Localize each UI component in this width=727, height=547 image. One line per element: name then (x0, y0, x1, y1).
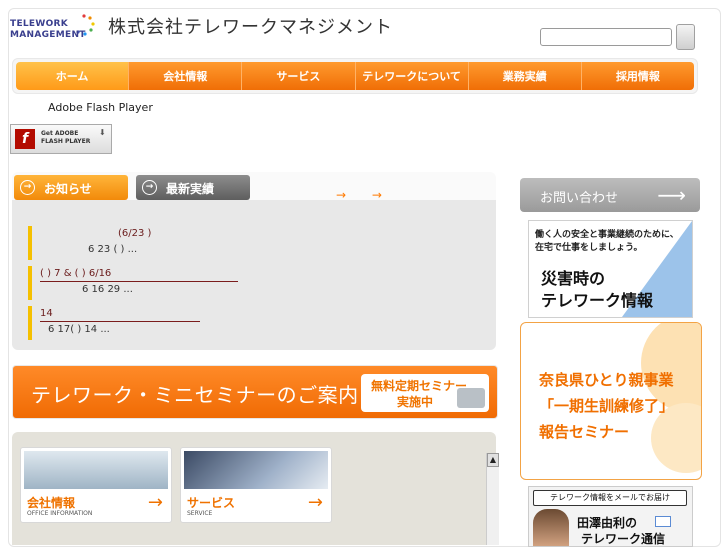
service-image (184, 451, 328, 489)
nav-item-about-telework[interactable]: テレワークについて (355, 62, 469, 90)
tab-works-label: 最新実績 (166, 182, 215, 196)
news-item-underline (40, 321, 200, 322)
arrow-circle-icon: → (20, 180, 35, 195)
contact-button[interactable]: お問い合わせ ⟶ (520, 178, 700, 212)
search-button[interactable] (676, 24, 695, 50)
nara-line2: 「一期生訓練修了」 (539, 397, 675, 415)
news-item-title[interactable]: (6/23 ) (118, 228, 151, 239)
nara-line1: 奈良県ひとり親事業 (539, 371, 674, 389)
office-image (24, 451, 168, 489)
news-item[interactable]: (6/23 ) 6 23 ( ) ... (28, 226, 472, 260)
seminar-title: テレワーク・ミニセミナーのご案内 (31, 383, 359, 407)
card-service[interactable]: サービス SERVICE → (180, 447, 332, 523)
mail-banner-author: 田澤由利の (577, 516, 638, 530)
nara-line3: 報告セミナー (539, 423, 630, 441)
scrollbar[interactable]: ▲ (486, 453, 499, 545)
logo-text-line1: TELEWORK (10, 19, 69, 29)
arrow-right-icon: → (307, 492, 323, 513)
get-flash-button[interactable]: f Get ADOBE FLASH PLAYER ⬇ (10, 124, 112, 154)
mail-newsletter-banner[interactable]: テレワーク情報をメールでお届け 田澤由利の テレワーク通信 (528, 486, 693, 547)
mail-banner-heading: テレワーク情報をメールでお届け (533, 490, 687, 506)
news-item-title[interactable]: ( ) 7 & ( ) 6/16 (40, 268, 111, 279)
seminar-badge-line2: 実施中 (397, 395, 434, 409)
nav-item-home[interactable]: ホーム (16, 62, 130, 90)
download-arrow-icon: ⬇ (99, 128, 106, 137)
disaster-telework-banner[interactable]: 働く人の安全と事業継続のために、 在宅で仕事をしましょう。 災害時の テレワーク… (528, 220, 693, 318)
card-company-info[interactable]: 会社情報 OFFICE INFORMATION → (20, 447, 172, 523)
news-item-underline (40, 281, 238, 282)
arrow-right-icon: ⟶ (657, 183, 686, 207)
nav-item-company[interactable]: 会社情報 (129, 62, 243, 90)
disaster-line2: 在宅で仕事をしましょう。 (535, 243, 643, 253)
search-input[interactable] (540, 28, 672, 46)
flash-icon: f (15, 129, 35, 149)
seminar-badge: 無料定期セミナー 実施中 (361, 374, 489, 412)
tab-works[interactable]: → 最新実績 (136, 175, 250, 200)
author-photo (533, 509, 569, 546)
news-item-date: 6 16 29 ... (82, 284, 133, 295)
nav-item-service[interactable]: サービス (242, 62, 356, 90)
news-item[interactable]: ( ) 7 & ( ) 6/16 6 16 29 ... (28, 266, 472, 300)
people-icon (457, 388, 485, 408)
card-subtitle: OFFICE INFORMATION (27, 510, 93, 517)
flash-player-text: Adobe Flash Player (48, 101, 153, 114)
card-subtitle: SERVICE (187, 510, 213, 517)
contact-label: お問い合わせ (540, 191, 619, 206)
main-nav: ホーム 会社情報 サービス テレワークについて 業務実績 採用情報 (12, 58, 698, 94)
nav-item-recruit[interactable]: 採用情報 (581, 62, 694, 90)
main-nav-bar: ホーム 会社情報 サービス テレワークについて 業務実績 採用情報 (16, 62, 694, 90)
nav-item-works[interactable]: 業務実績 (468, 62, 582, 90)
arrow-circle-icon: → (142, 180, 157, 195)
tab-news[interactable]: → お知らせ (14, 175, 128, 200)
scroll-up-button[interactable]: ▲ (487, 453, 499, 467)
mail-banner-title: テレワーク通信 (581, 532, 666, 546)
disaster-line1: 働く人の安全と事業継続のために、 (535, 230, 679, 240)
news-item-date: 6 17( ) 14 ... (48, 324, 110, 335)
arrow-right-icon: → (147, 492, 163, 513)
disaster-line4: テレワーク情報 (541, 291, 654, 310)
company-name: 株式会社テレワークマネジメント (108, 17, 393, 38)
company-logo[interactable]: TELEWORK MANAGEMENT (10, 10, 110, 50)
logo-text-line2: MANAGEMENT (10, 30, 86, 40)
nara-seminar-banner[interactable]: 奈良県ひとり親事業 「一期生訓練修了」 報告セミナー (520, 322, 702, 480)
flash-badge-line2: FLASH PLAYER (41, 138, 91, 145)
news-panel: (6/23 ) 6 23 ( ) ... ( ) 7 & ( ) 6/16 6 … (12, 200, 496, 350)
disaster-line3: 災害時の (541, 269, 606, 288)
envelope-icon (655, 516, 671, 527)
card-title: 会社情報 (27, 496, 76, 510)
mini-seminar-banner[interactable]: テレワーク・ミニセミナーのご案内 無料定期セミナー 実施中 (12, 365, 498, 419)
news-item-title[interactable]: 14 (40, 308, 53, 319)
flash-badge-line1: Get ADOBE (41, 130, 79, 137)
card-title: サービス (187, 496, 236, 510)
tab-news-label: お知らせ (44, 182, 92, 196)
news-item-date: 6 23 ( ) ... (88, 244, 138, 255)
seminar-badge-line1: 無料定期セミナー (371, 379, 468, 393)
news-item[interactable]: 14 6 17( ) 14 ... (28, 306, 472, 340)
